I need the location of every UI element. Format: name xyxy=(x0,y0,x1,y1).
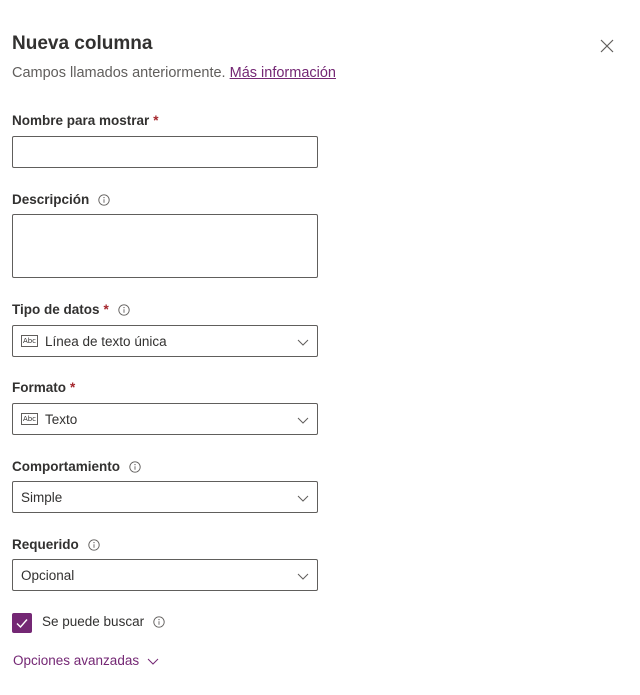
close-button[interactable] xyxy=(596,35,618,57)
info-icon xyxy=(98,193,110,206)
panel-title: Nueva columna xyxy=(12,33,153,54)
text-type-icon: Abc xyxy=(21,413,38,425)
behavior-dropdown[interactable]: Simple xyxy=(12,481,318,513)
panel-subtitle: Campos llamados anteriormente. Más infor… xyxy=(12,65,336,81)
display-name-input[interactable] xyxy=(12,136,318,168)
advanced-options-label: Opciones avanzadas xyxy=(13,653,140,668)
required-marker: * xyxy=(153,113,159,128)
learn-more-link[interactable]: Más información xyxy=(230,65,336,81)
info-icon xyxy=(88,538,100,551)
checkmark-icon xyxy=(16,619,28,629)
display-name-label: Nombre para mostrar * xyxy=(12,113,159,128)
info-icon xyxy=(153,615,165,628)
chevron-down-icon xyxy=(147,658,159,665)
behavior-label: Comportamiento xyxy=(12,459,141,474)
searchable-checkbox[interactable] xyxy=(12,613,32,633)
chevron-down-icon xyxy=(297,573,309,580)
text-type-icon: Abc xyxy=(21,335,38,347)
required-marker: * xyxy=(70,380,76,395)
description-textarea[interactable] xyxy=(12,214,318,278)
subtitle-text: Campos llamados anteriormente. xyxy=(12,65,226,81)
chevron-down-icon xyxy=(297,495,309,502)
format-value: Texto xyxy=(45,411,78,427)
required-label: Requerido xyxy=(12,537,100,552)
data-type-dropdown[interactable]: Abc Línea de texto única xyxy=(12,325,318,357)
chevron-down-icon xyxy=(297,417,309,424)
info-icon xyxy=(129,460,141,473)
advanced-options-toggle[interactable]: Opciones avanzadas xyxy=(13,653,159,668)
required-dropdown[interactable]: Opcional xyxy=(12,559,318,591)
behavior-value: Simple xyxy=(21,489,63,505)
format-label: Formato * xyxy=(12,380,76,395)
required-value: Opcional xyxy=(21,567,75,583)
format-dropdown[interactable]: Abc Texto xyxy=(12,403,318,435)
chevron-down-icon xyxy=(297,339,309,346)
searchable-label: Se puede buscar xyxy=(42,614,165,629)
required-marker: * xyxy=(103,302,109,317)
data-type-label: Tipo de datos * xyxy=(12,302,130,317)
data-type-value: Línea de texto única xyxy=(45,333,167,349)
info-icon xyxy=(118,303,130,316)
close-icon xyxy=(600,39,614,53)
description-label: Descripción xyxy=(12,192,110,207)
